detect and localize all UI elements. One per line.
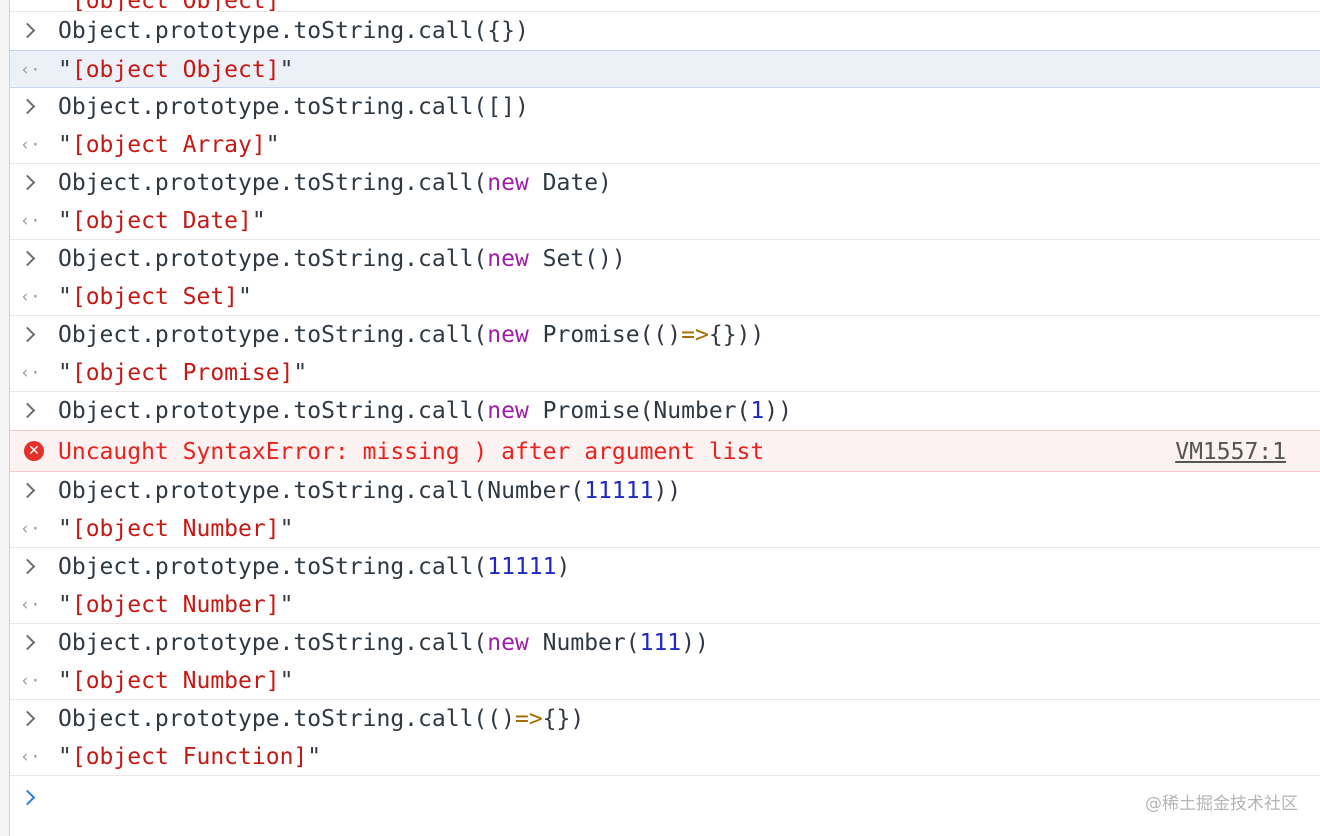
console-output-row[interactable]: ‹· "[object Number]" <box>10 510 1320 548</box>
error-message: Uncaught SyntaxError: missing ) after ar… <box>58 439 765 465</box>
input-code: Object.prototype.toString.call({}) <box>58 18 529 44</box>
return-arrow-icon: ‹· <box>20 211 41 231</box>
output-string: [object Function] <box>71 744 308 770</box>
console-input-row[interactable]: Object.prototype.toString.call(new Promi… <box>10 316 1320 354</box>
devtools-console[interactable]: "[object Object]" Object.prototype.toStr… <box>9 0 1320 836</box>
input-code: Object.prototype.toString.call(new Promi… <box>58 322 765 348</box>
console-output-row[interactable]: ‹· "[object Number]" <box>10 586 1320 624</box>
prompt-chevron-icon <box>19 776 52 820</box>
chevron-right-icon <box>19 12 52 50</box>
console-output-row[interactable]: ‹· "[object Object]" <box>10 50 1320 88</box>
input-code: Object.prototype.toString.call(new Date) <box>58 170 612 196</box>
return-arrow-icon: ‹· <box>20 287 41 307</box>
console-input-row[interactable]: Object.prototype.toString.call(new Numbe… <box>10 624 1320 662</box>
input-code: Object.prototype.toString.call([]) <box>58 94 529 120</box>
output-string: [object Number] <box>71 668 280 694</box>
window-left-edge <box>0 0 9 836</box>
chevron-right-icon <box>19 164 52 202</box>
console-output-row[interactable]: ‹· "[object Promise]" <box>10 354 1320 392</box>
watermark: @稀土掘金技术社区 <box>1145 794 1298 814</box>
number-literal: 111 <box>639 630 682 656</box>
chevron-right-icon <box>19 392 52 430</box>
output-string: [object Set] <box>71 284 239 310</box>
chevron-right-icon <box>19 548 52 586</box>
console-input-row[interactable]: Object.prototype.toString.call({}) <box>10 12 1320 50</box>
number-literal: 11111 <box>584 478 654 504</box>
chevron-right-icon <box>19 88 52 126</box>
return-arrow-icon: ‹· <box>20 595 41 615</box>
source-link[interactable]: VM1557:1 <box>1175 431 1286 473</box>
console-output-row[interactable]: ‹· "[object Date]" <box>10 202 1320 240</box>
console-output-row[interactable]: ‹· "[object Number]" <box>10 662 1320 700</box>
console-output-row[interactable]: ‹· "[object Array]" <box>10 126 1320 164</box>
console-input-row[interactable]: Object.prototype.toString.call(Number(11… <box>10 472 1320 510</box>
keyword-new: new <box>487 398 529 424</box>
output-string: [object Date] <box>71 208 252 234</box>
return-arrow-icon: ‹· <box>20 747 41 767</box>
keyword-new: new <box>487 630 529 656</box>
keyword-new: new <box>487 170 529 196</box>
return-arrow-icon: ‹· <box>20 135 41 155</box>
chevron-right-icon <box>19 624 52 662</box>
return-arrow-icon: ‹· <box>20 671 41 691</box>
arrow-operator: => <box>514 706 543 732</box>
console-input-row[interactable]: Object.prototype.toString.call(11111) <box>10 548 1320 586</box>
output-string: [object Number] <box>71 592 280 618</box>
input-code: Object.prototype.toString.call(new Promi… <box>58 398 792 424</box>
console-prompt[interactable] <box>10 776 1320 820</box>
console-input-row[interactable]: Object.prototype.toString.call(new Promi… <box>10 392 1320 430</box>
console-input-row[interactable]: Object.prototype.toString.call([]) <box>10 88 1320 126</box>
chevron-right-icon <box>19 316 52 354</box>
partial-output-text: "[object Object]" <box>58 0 293 11</box>
input-code: Object.prototype.toString.call(11111) <box>58 554 571 580</box>
chevron-right-icon <box>19 472 52 510</box>
output-string: [object Object] <box>71 57 280 83</box>
return-arrow-icon: ‹· <box>20 60 41 80</box>
output-string: [object Promise] <box>71 360 294 386</box>
return-arrow-icon: ‹· <box>20 519 41 539</box>
output-string: [object Array] <box>71 132 266 158</box>
input-code: Object.prototype.toString.call(()=>{}) <box>58 706 585 732</box>
input-code: Object.prototype.toString.call(Number(11… <box>58 478 682 504</box>
console-input-row[interactable]: Object.prototype.toString.call(()=>{}) <box>10 700 1320 738</box>
keyword-new: new <box>487 322 529 348</box>
chevron-right-icon <box>19 240 52 278</box>
return-arrow-icon: ‹· <box>20 363 41 383</box>
error-circle-icon: ✕ <box>24 441 44 461</box>
console-output-row[interactable]: ‹· "[object Function]" <box>10 738 1320 776</box>
console-input-row[interactable]: Object.prototype.toString.call(new Date) <box>10 164 1320 202</box>
console-input-row[interactable]: Object.prototype.toString.call(new Set()… <box>10 240 1320 278</box>
console-output-row[interactable]: ‹· "[object Set]" <box>10 278 1320 316</box>
output-string: [object Number] <box>71 516 280 542</box>
partial-output-row: "[object Object]" <box>10 0 1320 12</box>
input-code: Object.prototype.toString.call(new Set()… <box>58 246 626 272</box>
input-code: Object.prototype.toString.call(new Numbe… <box>58 630 709 656</box>
number-literal: 11111 <box>487 554 557 580</box>
chevron-right-icon <box>19 700 52 738</box>
keyword-new: new <box>487 246 529 272</box>
number-literal: 1 <box>750 398 765 424</box>
arrow-operator: => <box>681 322 709 348</box>
console-error-row[interactable]: ✕ Uncaught SyntaxError: missing ) after … <box>10 430 1320 472</box>
